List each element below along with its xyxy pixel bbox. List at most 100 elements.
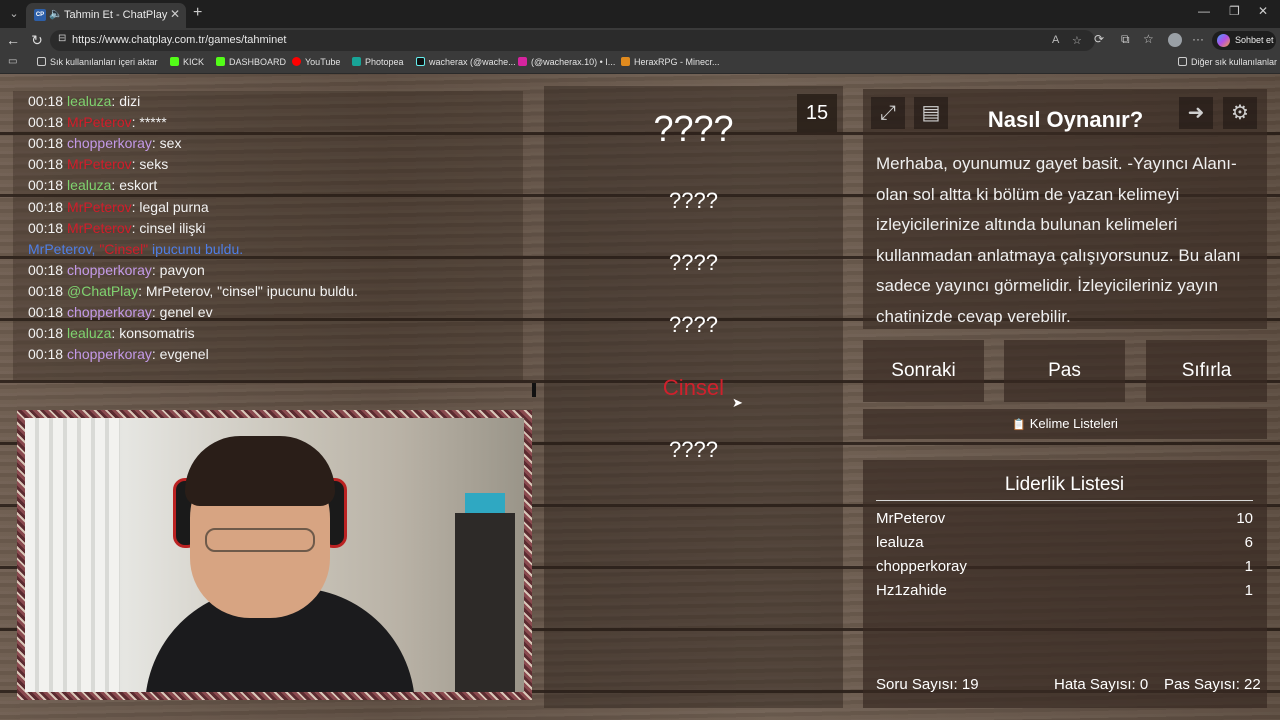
site-info-icon[interactable]: ⊟: [58, 33, 66, 44]
word-card: 15 ???? ???? ???? ???? Cinsel ???? ➤: [544, 86, 843, 708]
chat-message: 00:18 MrPeterov: cinsel ilişki: [28, 220, 206, 236]
more-menu-icon[interactable]: ···: [1192, 32, 1204, 46]
folder-icon: [1178, 57, 1187, 66]
main-word: ????: [653, 108, 734, 149]
browser-tab-active[interactable]: CP 🔈 Tahmin Et - ChatPlay ✕: [26, 3, 186, 28]
chat-message: 00:18 @ChatPlay: MrPeterov, "cinsel" ipuc…: [28, 283, 358, 299]
hint-word: ????: [669, 312, 718, 337]
close-window-icon[interactable]: ✕: [1258, 4, 1268, 18]
extensions-sync-icon[interactable]: ⟳: [1094, 32, 1104, 46]
chat-timestamp: 00:18: [28, 304, 64, 320]
pass-button[interactable]: Pas: [1004, 340, 1125, 402]
folder-icon: [37, 57, 46, 66]
chatplay-favicon-icon: CP: [34, 9, 46, 21]
bookmark-import[interactable]: Sık kullanılanları içeri aktar: [37, 57, 158, 67]
address-bar-row: ← ↻ ⊟ https://www.chatplay.com.tr/games/…: [0, 28, 1280, 53]
logout-icon[interactable]: ➜: [1179, 97, 1213, 129]
bookmark-other[interactable]: Diğer sık kullanılanlar: [1178, 57, 1277, 67]
speaker-icon[interactable]: 🔈: [49, 7, 63, 20]
chat-text: : genel ev: [151, 304, 213, 320]
hint-word: ????: [669, 250, 718, 275]
bookmark-instagram[interactable]: (@wacherax.10) • I...: [518, 57, 615, 67]
leaderboard-row: MrPeterov 10: [876, 510, 1253, 527]
how-to-play-panel: ⤢ ▤ Nasıl Oynanır? ➜ ⚙ Merhaba, oyunumuz…: [863, 89, 1267, 329]
bookmark-tiktok[interactable]: wacherax (@wache...: [416, 57, 516, 67]
how-to-play-title: Nasıl Oynanır?: [987, 107, 1144, 132]
copilot-chat-button[interactable]: Sohbet et: [1212, 31, 1276, 50]
chat-message: 00:18 MrPeterov: legal purna: [28, 199, 209, 215]
instagram-icon: [518, 57, 527, 66]
chat-message: 00:18 chopperkoray: evgenel: [28, 346, 209, 362]
fullscreen-icon[interactable]: ⤢: [871, 97, 905, 129]
system-prefix: MrPeterov,: [28, 240, 100, 257]
browser-tab-bar: ⌄ CP 🔈 Tahmin Et - ChatPlay ✕ + — ❐ ✕: [0, 0, 1280, 28]
reload-icon[interactable]: ↻: [28, 31, 46, 49]
bookmark-kick[interactable]: KICK: [170, 57, 204, 67]
chat-message: 00:18 lealuza: eskort: [28, 177, 157, 193]
streamer-hair: [185, 436, 335, 506]
pass-count: Pas Sayısı: 22: [1164, 676, 1261, 693]
bookmark-youtube[interactable]: YouTube: [292, 57, 340, 67]
webcam-frame: [17, 410, 532, 700]
extensions-icon[interactable]: ⧉: [1121, 32, 1130, 47]
url-text[interactable]: https://www.chatplay.com.tr/games/tahmin…: [72, 34, 286, 46]
settings-gear-icon[interactable]: ⚙: [1223, 97, 1257, 129]
tab-list-chevron-icon[interactable]: ⌄: [4, 4, 24, 24]
chat-message: 00:18 chopperkoray: sex: [28, 135, 181, 151]
chat-text: : dizi: [111, 93, 141, 109]
notes-icon[interactable]: ▤: [914, 97, 948, 129]
tiktok-icon: [416, 57, 425, 66]
herax-icon: [621, 57, 630, 66]
url-field[interactable]: ⊟ https://www.chatplay.com.tr/games/tahm…: [50, 30, 1095, 51]
player-name: MrPeterov: [876, 510, 946, 527]
next-button[interactable]: Sonraki: [863, 340, 984, 402]
profile-avatar[interactable]: [1168, 33, 1182, 47]
word-lists-button[interactable]: 📋 Kelime Listeleri: [863, 409, 1267, 439]
chat-timestamp: 00:18: [28, 282, 64, 299]
webcam-feed: [25, 418, 524, 692]
sidebar-toggle-icon[interactable]: ▭: [8, 56, 17, 67]
favorites-icon[interactable]: ☆: [1143, 32, 1154, 46]
kick-icon: [216, 57, 225, 66]
chat-text: : pavyon: [151, 261, 205, 278]
chat-text: : sex: [151, 135, 182, 152]
reset-button[interactable]: Sıfırla: [1146, 340, 1267, 402]
minimize-icon[interactable]: —: [1198, 4, 1210, 18]
question-count: Soru Sayısı: 19: [876, 676, 979, 693]
chat-timestamp: 00:18: [28, 114, 64, 131]
mouse-cursor-icon: ➤: [732, 395, 743, 410]
bookmark-heraxrpg[interactable]: HeraxRPG - Minecr...: [621, 57, 720, 67]
favorite-star-icon[interactable]: ☆: [1072, 34, 1082, 47]
copilot-icon: [1217, 34, 1230, 47]
hint-word: ????: [669, 437, 718, 462]
bookmark-photopea[interactable]: Photopea: [352, 57, 404, 67]
curtain: [25, 418, 120, 692]
leaderboard-row: chopperkoray 1: [876, 558, 1253, 575]
chat-text: : *****: [131, 114, 167, 131]
read-aloud-icon[interactable]: A: [1052, 34, 1059, 46]
chat-message: 00:18 MrPeterov: *****: [28, 114, 167, 130]
chat-message: 00:18 lealuza: konsomatris: [28, 325, 195, 341]
chat-username: MrPeterov: [67, 219, 132, 236]
chat-text: : MrPeterov, "cinsel" ipucunu buldu.: [138, 282, 358, 299]
chat-username: @ChatPlay: [67, 282, 139, 299]
player-name: chopperkoray: [876, 558, 967, 575]
bookmark-dashboard[interactable]: DASHBOARD: [216, 57, 286, 67]
chat-message: 00:18 lealuza: dizi: [28, 93, 140, 109]
chat-text: : legal purna: [131, 198, 209, 215]
streamer-glasses: [205, 528, 315, 552]
clipboard-icon: 📋: [1012, 419, 1026, 431]
how-to-play-text: Merhaba, oyunumuz gayet basit. -Yayıncı …: [876, 154, 1241, 326]
chat-panel: 00:18 lealuza: dizi 00:18 MrPeterov: ***** 0…: [13, 91, 536, 397]
back-arrow-icon[interactable]: ←: [4, 31, 22, 49]
chat-scrollbar[interactable]: [532, 383, 536, 397]
copilot-label: Sohbet et: [1235, 35, 1274, 45]
chat-message: 00:18 MrPeterov: seks: [28, 156, 168, 172]
chat-timestamp: 00:18: [28, 325, 64, 342]
chat-username: lealuza: [67, 325, 112, 342]
close-tab-icon[interactable]: ✕: [170, 7, 180, 21]
restore-icon[interactable]: ❐: [1229, 4, 1240, 18]
player-name: lealuza: [876, 534, 924, 551]
chat-timestamp: 00:18: [28, 261, 64, 278]
new-tab-icon[interactable]: +: [193, 4, 202, 22]
